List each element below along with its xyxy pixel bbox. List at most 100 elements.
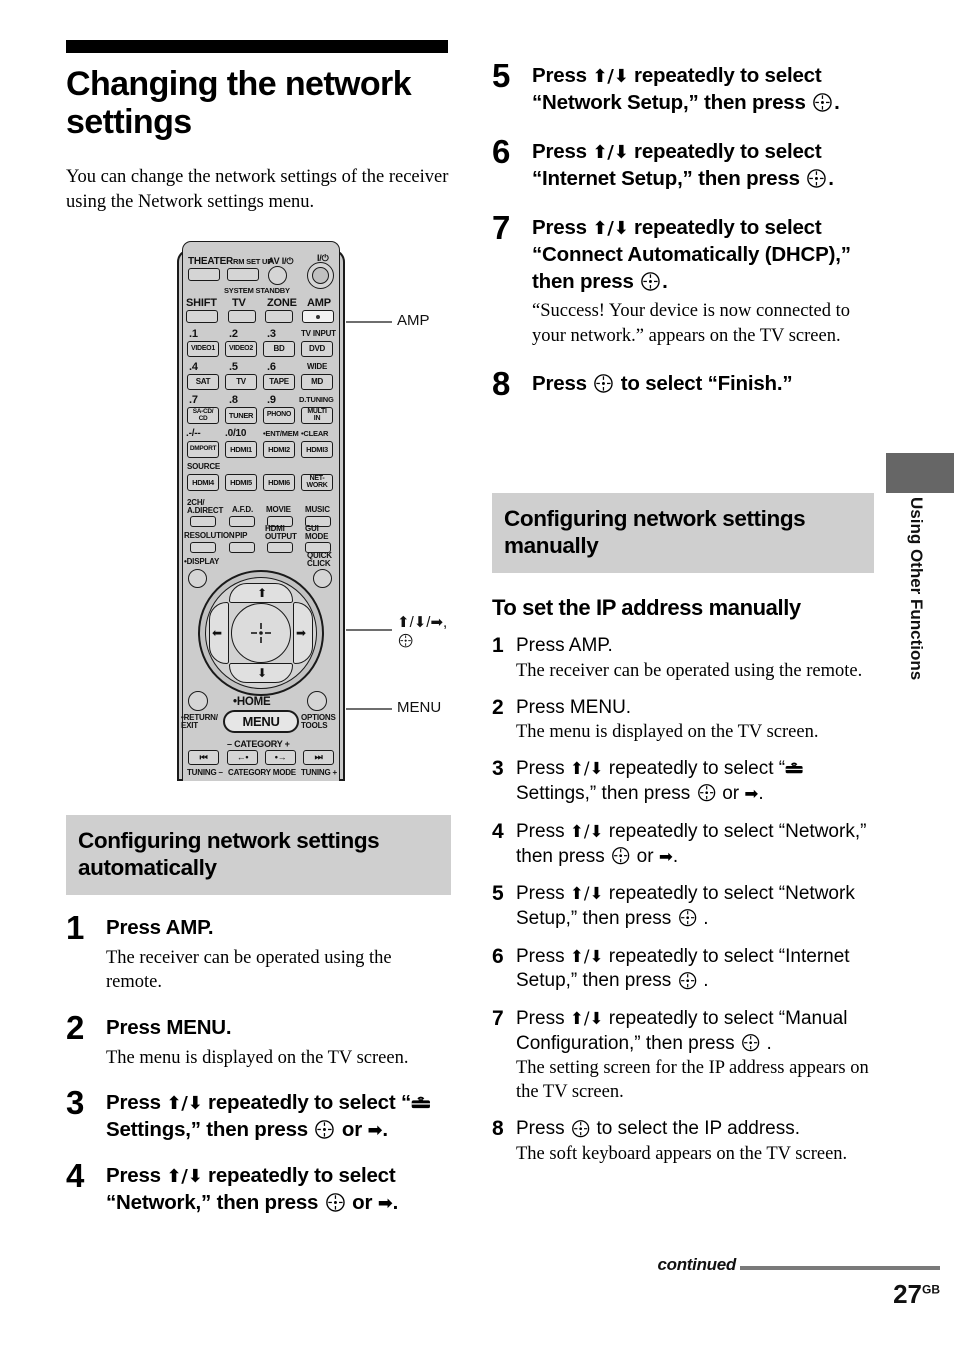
- remote-button-bd[interactable]: BD: [263, 341, 295, 357]
- enter-icon: [812, 92, 833, 113]
- remote-button-phono[interactable]: PHONO: [263, 407, 295, 424]
- remote-label-gui-mode: GUI MODE: [305, 524, 329, 542]
- remote-button-shift[interactable]: [186, 310, 218, 323]
- remote-button-next[interactable]: ⏭: [303, 750, 334, 765]
- remote-button-zone[interactable]: [265, 310, 293, 323]
- remote-label-afd: A.F.D.: [232, 505, 254, 514]
- remote-button-pip[interactable]: [229, 542, 255, 553]
- remote-button-hdmi6[interactable]: HDMI6: [263, 474, 295, 491]
- step-number: 6: [492, 133, 511, 171]
- step-number: 6: [492, 944, 504, 968]
- remote-button-afd[interactable]: [229, 516, 255, 527]
- remote-label-options-tools: OPTIONS TOOLS: [301, 713, 336, 731]
- remote-button-md[interactable]: MD: [301, 374, 333, 390]
- enter-icon: [325, 1192, 346, 1213]
- remote-button-display[interactable]: [188, 569, 207, 588]
- remote-button-dvd[interactable]: DVD: [301, 341, 333, 357]
- remote-nav-right-arrow-icon: ➡: [296, 626, 307, 640]
- remote-label-amp: AMP: [307, 297, 331, 309]
- remote-label-resolution: RESOLUTION: [184, 531, 235, 540]
- remote-button-video2[interactable]: VIDEO2: [225, 341, 257, 357]
- step-item: 1 Press AMP. The receiver can be operated …: [492, 634, 874, 683]
- remote-button-sat[interactable]: SAT: [187, 374, 219, 390]
- remote-numlabel-6: .6: [267, 361, 276, 373]
- remote-button-hdmi5[interactable]: HDMI5: [225, 474, 257, 491]
- step-item: 3 Press ⬆/⬇ repeatedly to select “Setting…: [492, 757, 874, 806]
- remote-button-category-plus[interactable]: •→: [265, 750, 296, 765]
- section-heading-manual: Configuring network settings manually: [492, 493, 874, 573]
- remote-button-options[interactable]: [307, 691, 327, 711]
- remote-button-2ch-adirect[interactable]: [190, 516, 216, 527]
- step-body: Press AMP. The receiver can be operated u…: [516, 634, 874, 683]
- remote-button-multi-in[interactable]: MULTI IN: [301, 407, 333, 424]
- direction-arrow-icon: ⬆/⬇: [592, 66, 629, 87]
- steps-list-automatic: 1 Press AMP. The receiver can be operated …: [66, 911, 451, 1217]
- section-heading-automatic: Configuring network settings automatical…: [66, 815, 451, 895]
- remote-button-tape[interactable]: TAPE: [263, 374, 295, 390]
- remote-button-amp[interactable]: [302, 310, 334, 323]
- remote-label-av-power: AV I/⏻: [268, 256, 294, 266]
- step-instruction: Press ⬆/⬇ repeatedly to select “Network,…: [516, 820, 867, 867]
- remote-button-dmport[interactable]: DMPORT: [187, 441, 219, 458]
- step-instruction: Press to select the IP address.: [516, 1118, 801, 1140]
- remote-menu-label: MENU: [242, 714, 280, 729]
- remote-numlabel-dash: .-/--: [186, 428, 201, 439]
- remote-button-category-minus[interactable]: ←•: [227, 750, 258, 765]
- remote-button-hdmi3[interactable]: HDMI3: [301, 441, 333, 458]
- remote-button-hdmi1[interactable]: HDMI1: [225, 441, 257, 458]
- remote-button-tv-mode[interactable]: [228, 310, 256, 323]
- remote-button-quick-click[interactable]: [313, 569, 332, 588]
- step-number: 8: [492, 365, 511, 403]
- step-item: 2 Press MENU. The menu is displayed on the…: [66, 1011, 451, 1070]
- remote-button-resolution[interactable]: [190, 542, 216, 553]
- remote-control-figure: THEATER RM SET UP AV I/⏻ I/⏻ SYSTEM STAN…: [66, 236, 451, 791]
- remote-numlabel-4: .4: [189, 361, 198, 373]
- remote-button-network[interactable]: NET- WORK: [301, 474, 333, 491]
- step-number: 3: [492, 757, 504, 781]
- step-number: 3: [66, 1084, 85, 1122]
- remote-button-menu[interactable]: MENU: [223, 710, 299, 733]
- remote-numlabel-1: .1: [189, 328, 198, 340]
- remote-button-prev[interactable]: ⏮: [188, 750, 219, 765]
- step-item: 4 Press ⬆/⬇ repeatedly to select “Network…: [66, 1159, 451, 1216]
- step-body: Press ⬆/⬇ repeatedly to select “Internet…: [516, 945, 874, 994]
- remote-button-hdmi-output[interactable]: [267, 542, 293, 553]
- step-instruction: Press ⬆/⬇ repeatedly to select “Settings…: [516, 757, 874, 806]
- enter-icon: [678, 971, 697, 990]
- remote-label-source: SOURCE: [187, 462, 221, 471]
- section-configuring-automatically: Configuring network settings automatical…: [66, 815, 451, 1217]
- direction-arrow-icon: ⬆/⬇: [569, 945, 604, 966]
- remote-button-return[interactable]: [188, 691, 208, 711]
- right-column: 5 Press ⬆/⬇ repeatedly to select “Network…: [492, 40, 874, 400]
- remote-button-sacd[interactable]: SA-CD/ CD: [187, 407, 219, 424]
- enter-icon: [741, 1033, 760, 1052]
- remote-button-video1[interactable]: VIDEO1: [187, 341, 219, 357]
- step-instruction: Press AMP.: [516, 635, 613, 656]
- remote-button-theater[interactable]: [188, 268, 220, 281]
- step-description: The setting screen for the IP address ap…: [516, 1058, 869, 1103]
- remote-numlabel-2: .2: [229, 328, 238, 340]
- remote-label-rm-setup: RM SET UP: [233, 257, 273, 266]
- remote-button-tv[interactable]: TV: [225, 374, 257, 390]
- step-item: 7 Press ⬆/⬇ repeatedly to select “Manual …: [492, 1007, 874, 1104]
- step-instruction: Press ⬆/⬇ repeatedly to select “Network …: [532, 64, 840, 115]
- step-body: Press ⬆/⬇ repeatedly to select “Connect …: [532, 214, 874, 348]
- step-number: 1: [492, 634, 504, 657]
- remote-button-tuner[interactable]: TUNER: [225, 407, 257, 424]
- step-item: 7 Press ⬆/⬇ repeatedly to select “Connect…: [492, 211, 874, 348]
- remote-nav-up-arrow-icon: ⬆: [257, 586, 268, 600]
- remote-button-av-power[interactable]: [268, 266, 287, 285]
- remote-label-theater: THEATER: [188, 256, 234, 267]
- remote-enter-crosshair-icon: [249, 621, 273, 645]
- callout-line-menu: [346, 708, 392, 710]
- direction-arrow-icon: ⬆/⬇: [569, 1007, 604, 1028]
- step-instruction: Press ⬆/⬇ repeatedly to select “Settings…: [106, 1089, 451, 1143]
- remote-button-rm-setup[interactable]: [227, 268, 259, 281]
- callout-label-nav: ⬆/⬇/➡,: [397, 614, 447, 651]
- remote-button-hdmi4[interactable]: HDMI4: [187, 474, 219, 491]
- step-item: 8 Press to select the IP address. The soft…: [492, 1117, 874, 1166]
- title-rule: [66, 40, 448, 53]
- remote-button-hdmi2[interactable]: HDMI2: [263, 441, 295, 458]
- step-instruction: Press ⬆/⬇ repeatedly to select “Internet…: [532, 140, 834, 191]
- step-body: Press to select “Finish.”: [532, 370, 874, 397]
